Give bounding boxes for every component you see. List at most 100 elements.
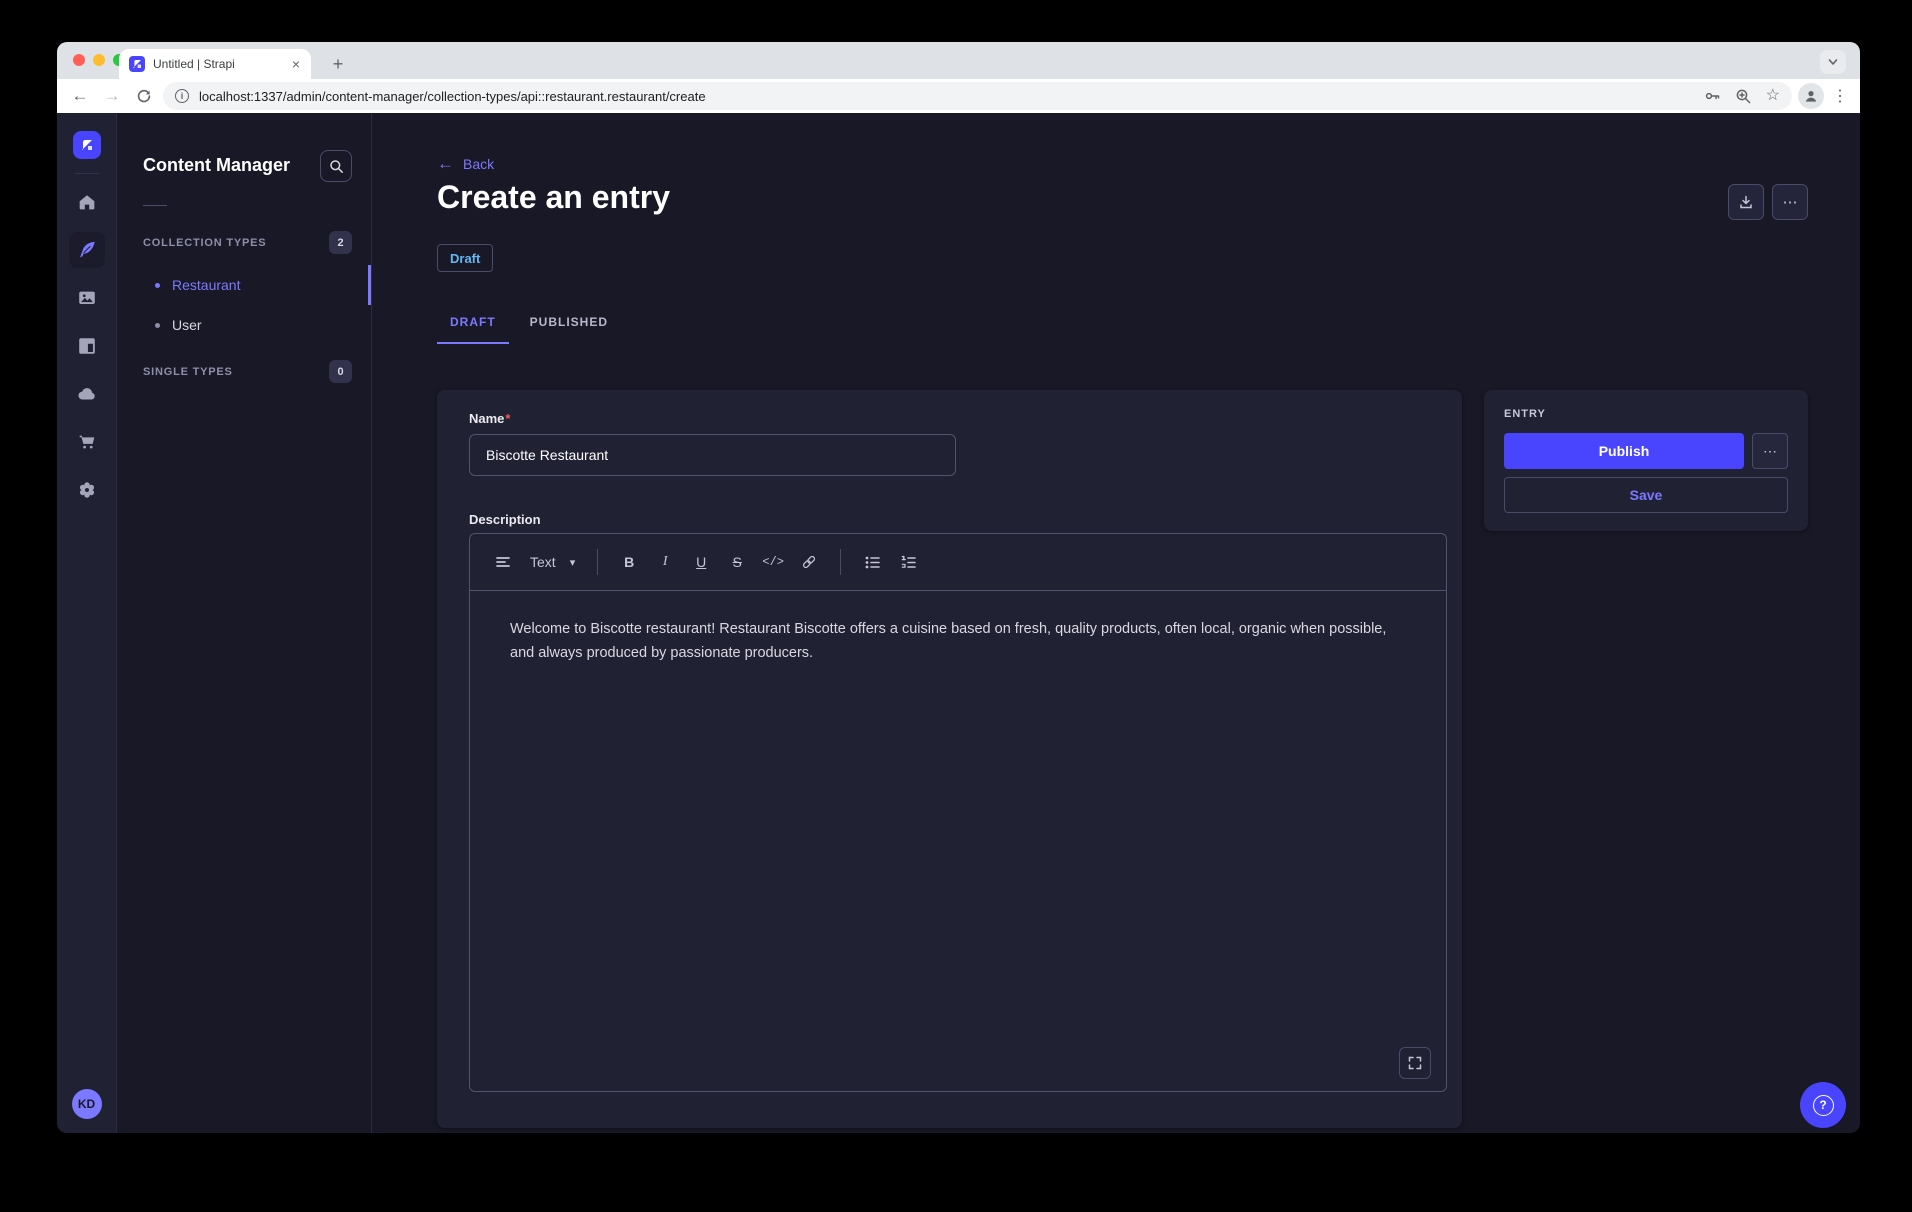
back-arrow-icon: ← bbox=[437, 155, 454, 172]
header-actions: ⋯ bbox=[1728, 184, 1808, 220]
editor-content[interactable]: Welcome to Biscotte restaurant! Restaura… bbox=[470, 591, 1446, 691]
sidebar-item-restaurant[interactable]: Restaurant bbox=[117, 265, 371, 305]
code-button[interactable]: </> bbox=[758, 547, 788, 577]
zoom-in-icon[interactable] bbox=[1735, 88, 1752, 105]
content-manager-subnav: Content Manager COLLECTION TYPES 2 Resta… bbox=[117, 113, 372, 1133]
italic-button[interactable]: I bbox=[650, 547, 680, 577]
home-icon bbox=[76, 191, 98, 213]
status-badge: Draft bbox=[437, 244, 493, 272]
numbered-list-button[interactable] bbox=[893, 547, 923, 577]
sidebar-item-cloud[interactable] bbox=[69, 376, 105, 412]
question-mark-icon: ? bbox=[1813, 1095, 1834, 1116]
expand-editor-button[interactable] bbox=[1399, 1047, 1431, 1079]
underline-button[interactable]: U bbox=[686, 547, 716, 577]
single-types-count-badge: 0 bbox=[329, 360, 352, 383]
sidebar-item-settings[interactable] bbox=[69, 472, 105, 508]
more-actions-button[interactable]: ⋯ bbox=[1772, 184, 1808, 220]
toolbar-separator bbox=[597, 549, 598, 575]
block-style-value: Text bbox=[530, 554, 556, 570]
name-label-text: Name bbox=[469, 411, 504, 426]
bulleted-list-button[interactable] bbox=[857, 547, 887, 577]
paragraph-align-icon[interactable] bbox=[488, 547, 518, 577]
tab-search-chevron-icon[interactable] bbox=[1820, 50, 1846, 74]
password-key-icon[interactable] bbox=[1703, 87, 1721, 105]
toolbar-separator bbox=[840, 549, 841, 575]
save-button[interactable]: Save bbox=[1504, 477, 1788, 513]
search-button[interactable] bbox=[320, 150, 352, 182]
gear-icon bbox=[76, 479, 98, 501]
tab-draft[interactable]: DRAFT bbox=[437, 305, 509, 344]
sidebar-item-content-type-builder[interactable] bbox=[69, 328, 105, 364]
description-rich-text-editor[interactable]: Text ▾ B I U S </> bbox=[469, 533, 1447, 1092]
back-link[interactable]: ← Back bbox=[437, 155, 494, 172]
minimize-window-button[interactable] bbox=[93, 54, 105, 66]
collection-types-count-badge: 2 bbox=[329, 231, 352, 254]
section-label: COLLECTION TYPES bbox=[143, 237, 266, 249]
block-style-dropdown[interactable]: Text ▾ bbox=[524, 547, 581, 577]
close-window-button[interactable] bbox=[73, 54, 85, 66]
screenshot-stage: Untitled | Strapi × + ← → i localhost:13… bbox=[0, 0, 1912, 1212]
sidebar-item-label: Restaurant bbox=[172, 277, 240, 293]
strikethrough-button[interactable]: S bbox=[722, 547, 752, 577]
entry-panel-title: ENTRY bbox=[1504, 408, 1788, 420]
editor-toolbar: Text ▾ B I U S </> bbox=[470, 534, 1446, 591]
cart-icon bbox=[76, 431, 98, 453]
address-bar-actions: ☆ bbox=[1703, 87, 1780, 105]
required-asterisk: * bbox=[505, 411, 510, 426]
publish-button[interactable]: Publish bbox=[1504, 433, 1744, 469]
subnav-divider bbox=[143, 205, 167, 206]
browser-profile-icon[interactable] bbox=[1798, 83, 1824, 109]
layout-icon bbox=[76, 335, 98, 357]
site-info-icon[interactable]: i bbox=[175, 89, 189, 103]
strapi-admin: KD Content Manager COLLECTION TYPES 2 bbox=[57, 113, 1860, 1133]
entry-form-card: Name* Description Text ▾ bbox=[437, 390, 1462, 1128]
sidebar-item-marketplace[interactable] bbox=[69, 424, 105, 460]
sidebar-item-label: User bbox=[172, 317, 202, 333]
reload-icon[interactable] bbox=[131, 83, 157, 109]
tab-published[interactable]: PUBLISHED bbox=[517, 305, 621, 344]
user-avatar[interactable]: KD bbox=[72, 1089, 102, 1119]
feather-icon bbox=[76, 239, 98, 261]
link-icon bbox=[800, 553, 818, 571]
numbered-list-icon bbox=[900, 554, 917, 571]
browser-tab-active[interactable]: Untitled | Strapi × bbox=[119, 49, 311, 79]
section-collection-types: COLLECTION TYPES 2 bbox=[143, 231, 352, 254]
download-icon bbox=[1738, 194, 1754, 210]
main-content: ← Back Create an entry Draft ⋯ DRAFT PUB… bbox=[372, 113, 1860, 1133]
strapi-logo[interactable] bbox=[73, 131, 101, 159]
sidebar-item-content-manager[interactable] bbox=[69, 232, 105, 268]
url-text[interactable]: localhost:1337/admin/content-manager/col… bbox=[199, 89, 1693, 104]
bold-button[interactable]: B bbox=[614, 547, 644, 577]
name-field-label: Name* bbox=[469, 411, 510, 426]
browser-back-button[interactable]: ← bbox=[67, 83, 93, 109]
nav-divider bbox=[75, 173, 99, 174]
bullet-icon bbox=[155, 323, 160, 328]
export-button[interactable] bbox=[1728, 184, 1764, 220]
link-button[interactable] bbox=[794, 547, 824, 577]
name-input[interactable] bbox=[469, 434, 956, 476]
strapi-favicon bbox=[129, 56, 145, 72]
sidebar-item-home[interactable] bbox=[69, 184, 105, 220]
main-nav: KD bbox=[57, 113, 117, 1133]
sidebar-item-media-library[interactable] bbox=[69, 280, 105, 316]
tab-close-icon[interactable]: × bbox=[289, 56, 303, 72]
browser-window: Untitled | Strapi × + ← → i localhost:13… bbox=[57, 42, 1860, 1133]
expand-icon bbox=[1408, 1056, 1422, 1070]
macos-traffic-lights bbox=[73, 54, 125, 66]
entry-more-button[interactable]: ⋯ bbox=[1752, 433, 1788, 469]
address-bar[interactable]: i localhost:1337/admin/content-manager/c… bbox=[163, 82, 1792, 110]
browser-tab-strip: Untitled | Strapi × + bbox=[57, 42, 1860, 79]
new-tab-button[interactable]: + bbox=[325, 51, 351, 77]
subnav-title: Content Manager bbox=[143, 155, 290, 176]
browser-toolbar: ← → i localhost:1337/admin/content-manag… bbox=[57, 79, 1860, 113]
bookmark-star-icon[interactable]: ☆ bbox=[1766, 88, 1780, 104]
search-icon bbox=[329, 159, 344, 174]
section-single-types: SINGLE TYPES 0 bbox=[143, 360, 352, 383]
version-tabs: DRAFT PUBLISHED bbox=[437, 305, 621, 344]
help-button[interactable]: ? bbox=[1800, 1082, 1846, 1128]
cloud-icon bbox=[76, 383, 98, 405]
sidebar-item-user[interactable]: User bbox=[117, 305, 371, 345]
browser-forward-button[interactable]: → bbox=[99, 83, 125, 109]
browser-menu-icon[interactable]: ⋮ bbox=[1830, 86, 1850, 106]
bullet-icon bbox=[155, 283, 160, 288]
